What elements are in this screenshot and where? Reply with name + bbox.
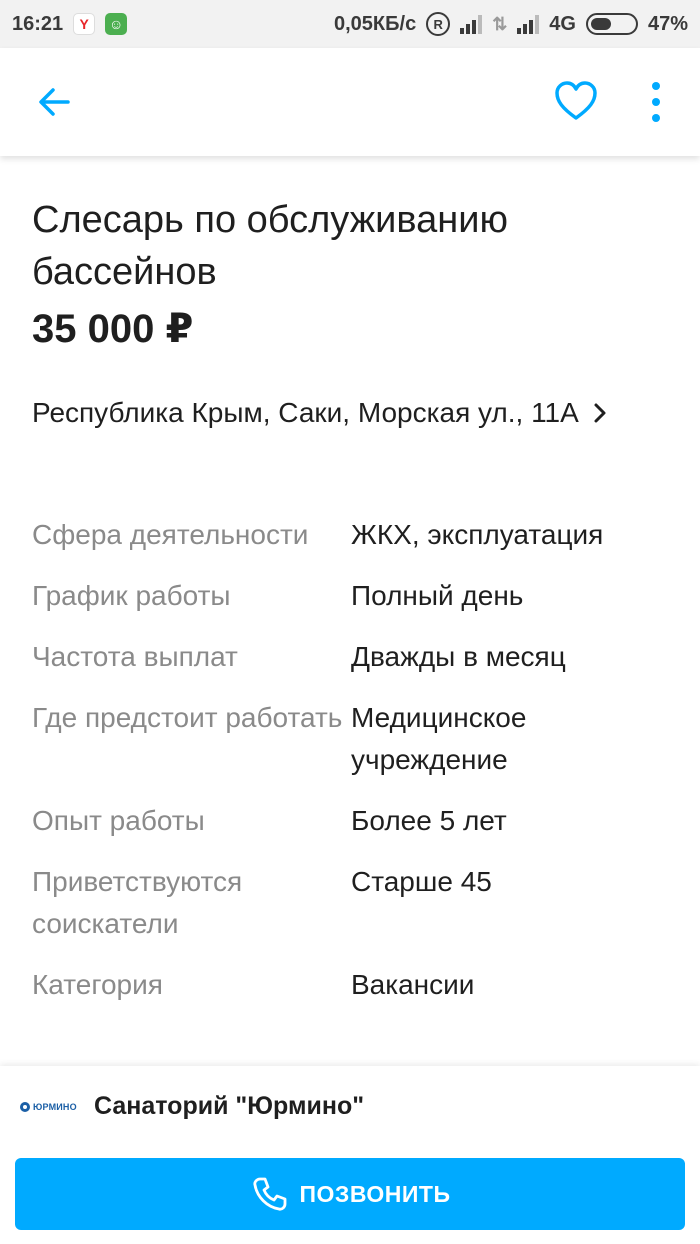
yandex-icon: Y <box>73 13 96 35</box>
param-value: ЖКХ, эксплуатация <box>351 519 604 550</box>
param-label: Сфера деятельности <box>32 519 309 550</box>
data-arrows-icon: ⇅ <box>492 13 508 34</box>
battery-percent: 47% <box>647 12 688 35</box>
param-label: Опыт работы <box>32 805 205 836</box>
param-label: Категория <box>32 969 163 1000</box>
param-value: Полный день <box>351 580 524 611</box>
network-type: 4G <box>549 12 576 35</box>
listing-content: Слесарь по обслуживанию бассейнов 35 000… <box>0 156 700 1066</box>
param-value: Старше 45 <box>351 866 492 897</box>
call-button-label: ПОЗВОНИТЬ <box>299 1180 451 1207</box>
param-label: График работы <box>32 580 231 611</box>
params-list: Сфера деятельности ЖКХ, эксплуатация Гра… <box>32 514 672 1025</box>
roaming-icon: R <box>426 12 451 36</box>
param-row: Категория Вакансии <box>32 964 672 1006</box>
param-row: Приветствуются соискатели Старше 45 <box>32 861 672 945</box>
call-button[interactable]: ПОЗВОНИТЬ <box>15 1158 685 1230</box>
signal-icon <box>460 14 483 34</box>
address-text: Республика Крым, Саки, Морская ул., 11А <box>32 397 579 428</box>
param-label: Где предстоит работать <box>32 702 343 733</box>
app-bar <box>0 48 700 156</box>
status-bar: 16:21 Y ☺ 0,05КБ/с R ⇅ 4G 47% <box>0 0 700 48</box>
listing-price: 35 000 ₽ <box>32 307 194 351</box>
logo-mark-icon <box>20 1101 30 1112</box>
chevron-right-icon <box>594 403 606 423</box>
company-logo: ЮРМИНО <box>20 1099 80 1115</box>
listing-address[interactable]: Республика Крым, Саки, Морская ул., 11А <box>32 392 632 434</box>
param-value: Медицинское учреждение <box>351 702 527 775</box>
param-row: Где предстоит работать Медицинское учреж… <box>32 697 672 781</box>
status-time: 16:21 <box>12 12 64 35</box>
param-label: Частота выплат <box>32 641 238 672</box>
logo-text: ЮРМИНО <box>33 1101 77 1112</box>
cat-app-icon: ☺ <box>105 13 128 35</box>
signal-icon-2 <box>517 14 540 34</box>
company-name: Санаторий "Юрмино" <box>94 1092 365 1120</box>
listing-title: Слесарь по обслуживанию бассейнов <box>32 199 508 293</box>
network-speed: 0,05КБ/с <box>334 12 417 35</box>
param-row: Сфера деятельности ЖКХ, эксплуатация <box>32 514 672 556</box>
param-value: Дважды в месяц <box>351 641 566 672</box>
company-info[interactable]: ЮРМИНО Санаторий "Юрмино" <box>20 1092 364 1121</box>
param-label: Приветствуются соискатели <box>32 866 243 939</box>
phone-icon <box>252 1177 286 1211</box>
bottom-panel: ЮРМИНО Санаторий "Юрмино" ПОЗВОНИТЬ <box>0 1066 700 1244</box>
param-value: Более 5 лет <box>351 805 507 836</box>
param-row: Опыт работы Более 5 лет <box>32 800 672 842</box>
more-vertical-icon[interactable] <box>646 80 666 124</box>
heart-outline-icon[interactable] <box>554 80 598 122</box>
param-value: Вакансии <box>351 969 475 1000</box>
param-row: График работы Полный день <box>32 575 672 617</box>
param-row: Частота выплат Дважды в месяц <box>32 636 672 678</box>
arrow-left-icon[interactable] <box>34 82 74 122</box>
battery-icon <box>585 13 638 35</box>
